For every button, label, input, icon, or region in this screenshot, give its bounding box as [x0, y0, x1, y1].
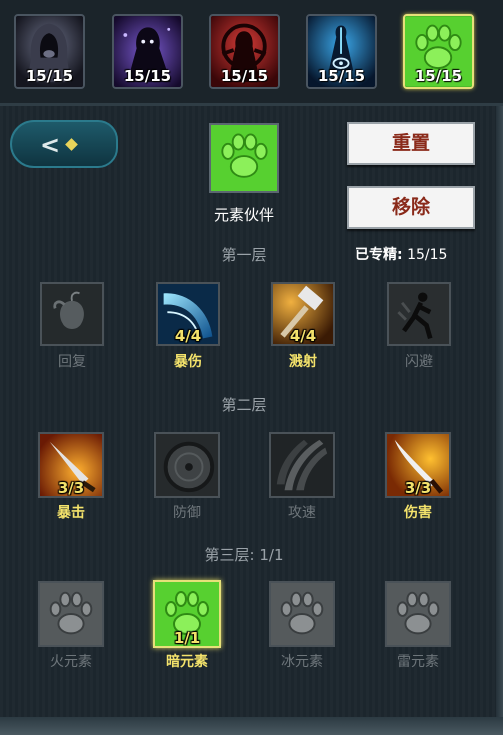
back-button[interactable]: < — [10, 120, 118, 168]
skill-attack-speed[interactable] — [269, 432, 335, 498]
skill-label-attack-speed: 攻速 — [288, 505, 316, 521]
skill-heal[interactable] — [40, 282, 104, 346]
skill-ice-element[interactable] — [269, 581, 335, 647]
skill-count: 3/3 — [57, 479, 85, 497]
reset-button[interactable]: 重置 — [347, 122, 475, 165]
skill-label-dodge: 闪避 — [405, 354, 433, 370]
skill-splash[interactable]: 4/4 — [271, 282, 335, 346]
chevron-left-icon: < — [40, 131, 61, 159]
skill-crit-damage[interactable]: 4/4 — [156, 282, 220, 346]
tree-tab-paw[interactable]: 15/15 — [403, 14, 474, 89]
layer-three-header: 第三层: 1/1 — [0, 544, 488, 565]
skill-thunder-element[interactable] — [385, 581, 451, 647]
layer-three-title: 第三层: — [204, 546, 255, 564]
shield-icon — [156, 434, 218, 496]
remove-button[interactable]: 移除 — [347, 186, 475, 229]
panel-bottom-border — [0, 717, 503, 735]
skill-label-thunder-element: 雷元素 — [397, 654, 439, 670]
tree-tab-hooded[interactable]: 15/15 — [14, 14, 85, 89]
skill-defense[interactable] — [154, 432, 220, 498]
skill-label-dark-element: 暗元素 — [166, 654, 208, 670]
tree-selector-bar: 15/15 15/15 15/15 15/15 15/15 — [0, 0, 503, 106]
gray-paw-icon — [271, 583, 333, 645]
claw-slash-icon — [271, 434, 333, 496]
tree-tab-shadow[interactable]: 15/15 — [112, 14, 183, 89]
skill-label-splash: 溅射 — [289, 354, 317, 370]
tree-count: 15/15 — [220, 67, 269, 85]
layer-one-title: 第一层 — [221, 246, 267, 264]
gray-paw-icon — [387, 583, 449, 645]
skill-label-crit-damage: 暴伤 — [174, 354, 202, 370]
skill-label-defense: 防御 — [173, 505, 201, 521]
tree-tab-spirit[interactable]: 15/15 — [306, 14, 377, 89]
gray-paw-icon — [40, 583, 102, 645]
skill-label-damage: 伤害 — [404, 505, 432, 521]
heal-icon — [42, 284, 102, 344]
layer-three-progress: 1/1 — [259, 546, 284, 564]
skill-count: 4/4 — [289, 327, 317, 345]
skill-crit[interactable]: 3/3 — [38, 432, 104, 498]
panel-right-border — [496, 0, 503, 735]
tree-count: 15/15 — [123, 67, 172, 85]
skill-count: 1/1 — [173, 629, 201, 647]
tree-count: 15/15 — [414, 67, 463, 85]
tree-count: 15/15 — [317, 67, 366, 85]
layer-two-title: 第二层 — [221, 396, 267, 414]
skill-label-heal: 回复 — [58, 354, 86, 370]
current-tree-icon — [209, 123, 279, 193]
current-tree-name: 元素伙伴 — [213, 206, 274, 224]
skill-count: 3/3 — [404, 479, 432, 497]
green-paw-icon — [211, 125, 277, 191]
running-figure-icon — [389, 284, 449, 344]
skill-dark-element[interactable]: 1/1 — [153, 580, 221, 648]
skill-damage[interactable]: 3/3 — [385, 432, 451, 498]
diamond-icon — [65, 138, 78, 151]
tree-tab-red[interactable]: 15/15 — [209, 14, 280, 89]
tree-count: 15/15 — [25, 67, 74, 85]
skill-label-fire-element: 火元素 — [50, 654, 92, 670]
skill-count: 4/4 — [174, 327, 202, 345]
skill-fire-element[interactable] — [38, 581, 104, 647]
skill-dodge[interactable] — [387, 282, 451, 346]
skill-label-ice-element: 冰元素 — [281, 654, 323, 670]
skill-label-crit: 暴击 — [57, 505, 85, 521]
